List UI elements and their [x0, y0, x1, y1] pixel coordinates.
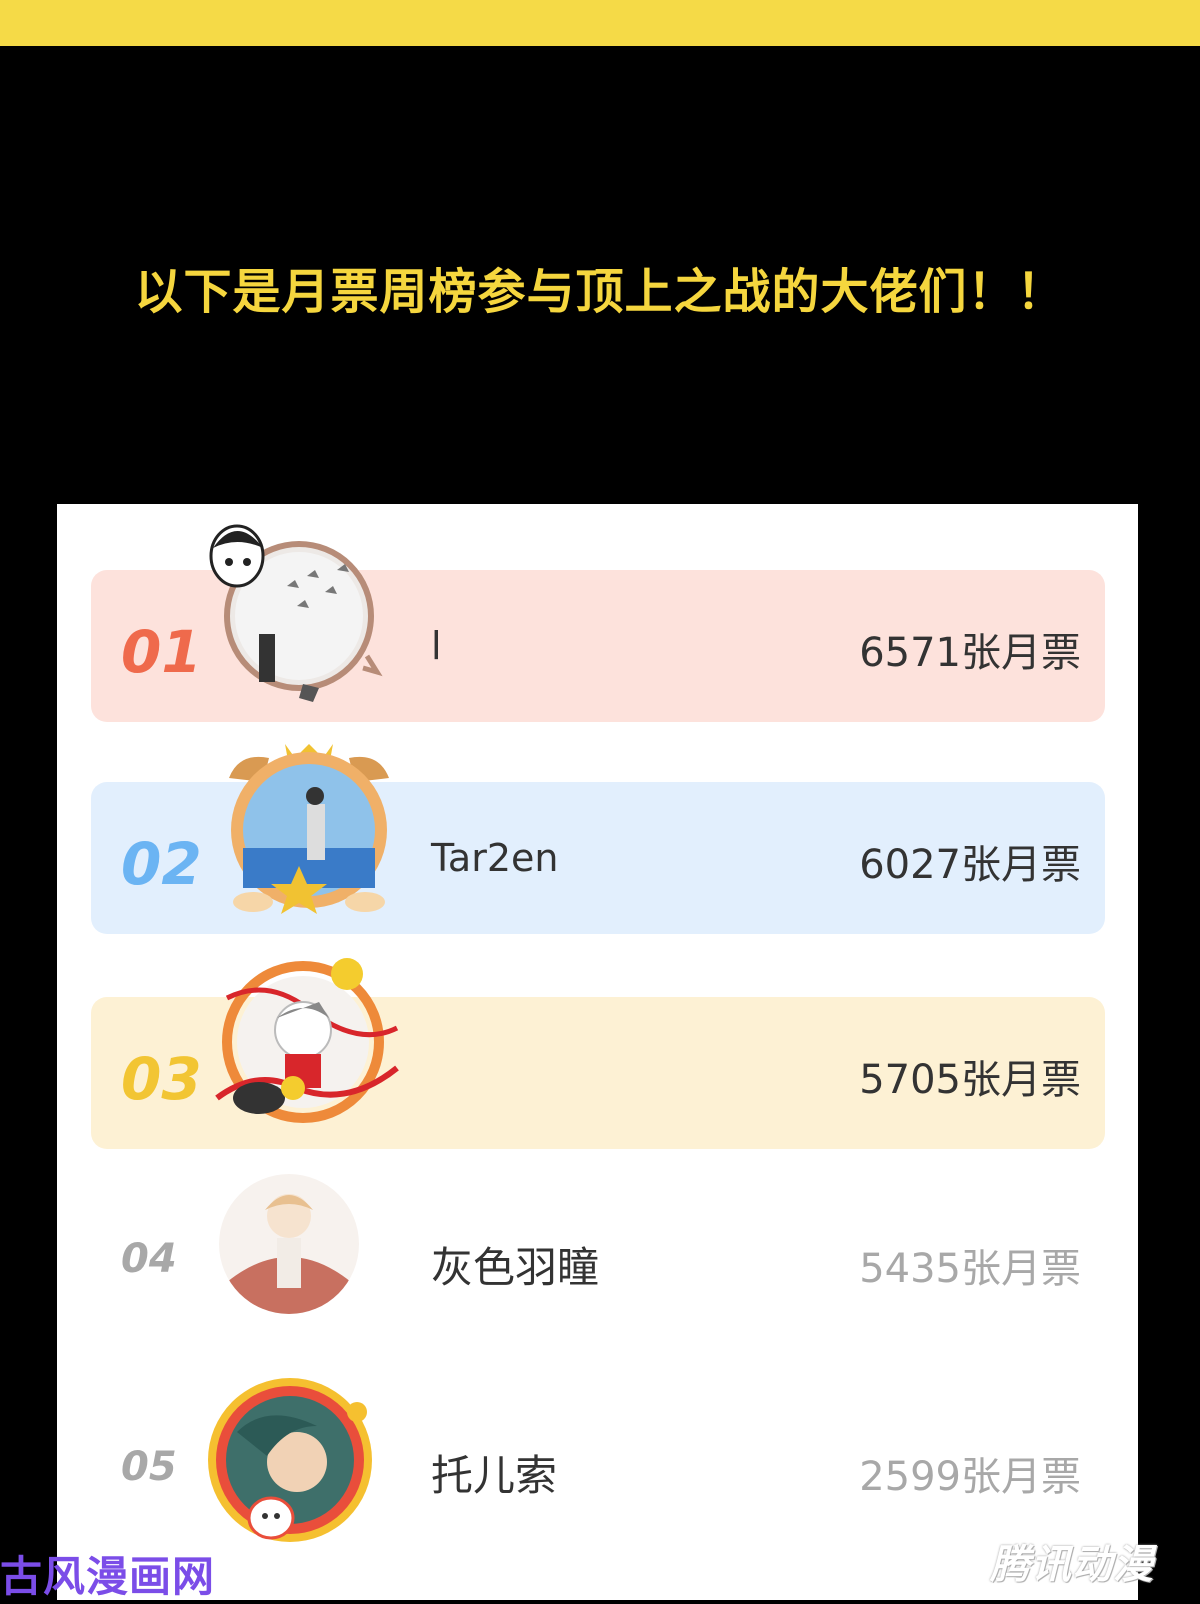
avatar-rank-5[interactable]: [197, 1372, 383, 1548]
vote-count: 6027张月票: [859, 842, 1081, 888]
rank-number: 03: [121, 1045, 202, 1113]
avatar-rank-3[interactable]: [207, 948, 407, 1128]
ranking-panel: 01 l 6571张月票 02 Tar2en 6027张月票 03 5705张月…: [57, 504, 1138, 1600]
user-name: 灰色羽瞳: [431, 1243, 600, 1292]
avatar-rank-2[interactable]: [219, 738, 399, 920]
avatar-rank-4[interactable]: [217, 1172, 361, 1316]
watermark-right: 腾讯动漫: [990, 1542, 1154, 1588]
vote-count: 6571张月票: [859, 630, 1081, 676]
rank-number: 04: [121, 1236, 177, 1282]
page-headline: 以下是月票周榜参与顶上之战的大佬们！！: [134, 264, 1066, 320]
user-name: 托儿索: [431, 1451, 558, 1500]
watermark-left: 古风漫画网: [0, 1552, 216, 1601]
user-name: l: [431, 624, 442, 668]
vote-count: 2599张月票: [859, 1454, 1081, 1500]
vote-count: 5705张月票: [859, 1057, 1081, 1103]
rank-number: 01: [121, 618, 202, 686]
rank-number: 02: [121, 830, 202, 898]
user-name: Tar2en: [431, 836, 559, 880]
avatar-rank-1[interactable]: [207, 516, 387, 706]
top-banner-bar: [0, 0, 1200, 46]
vote-count: 5435张月票: [859, 1246, 1081, 1292]
rank-number: 05: [121, 1444, 177, 1490]
